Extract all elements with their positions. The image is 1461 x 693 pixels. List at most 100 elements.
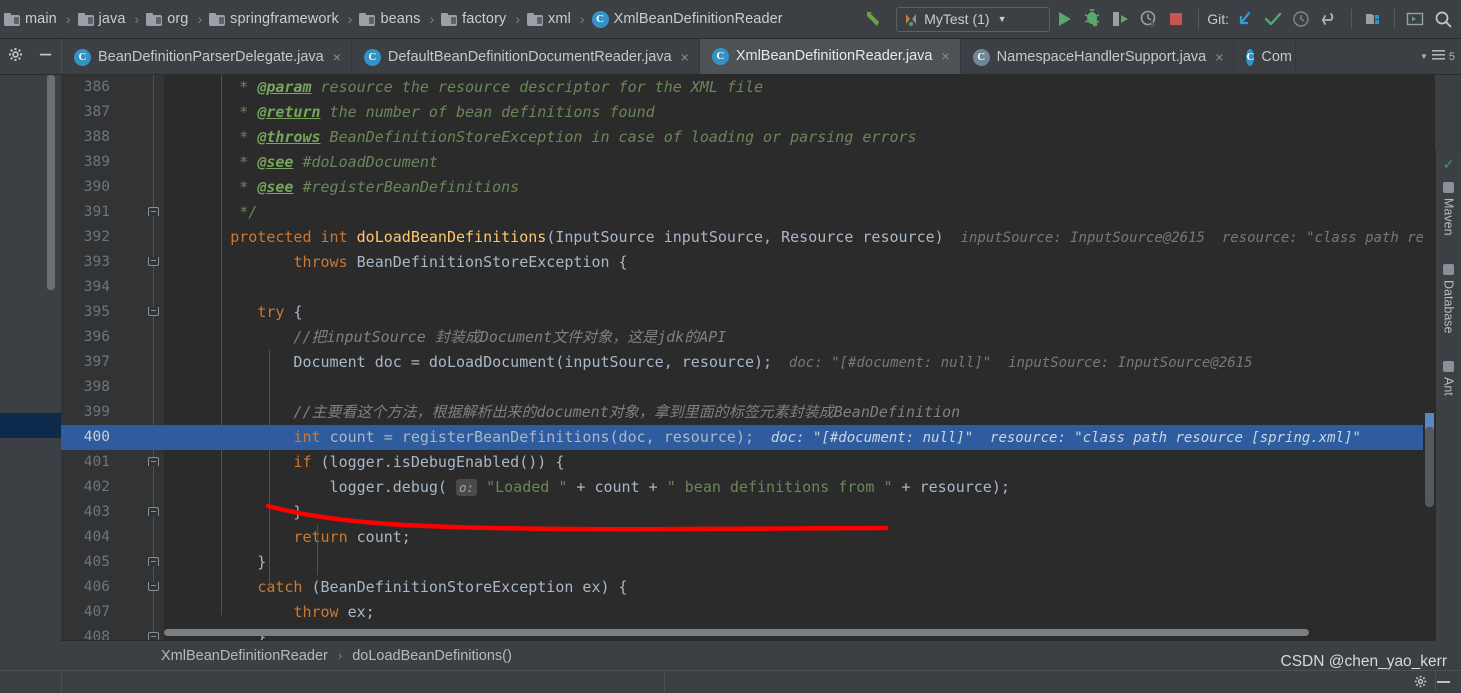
stop-icon[interactable] [1162,5,1190,33]
breadcrumb-item-beans[interactable]: beans [357,0,422,38]
breadcrumb-item-factory[interactable]: factory [439,0,508,38]
line-number[interactable]: 399 [61,400,164,425]
fold-expand-icon[interactable] [148,557,159,566]
search-everywhere-icon[interactable] [1429,5,1457,33]
fold-expand-icon[interactable] [148,632,159,640]
breadcrumb-method[interactable]: doLoadBeanDefinitions() [352,648,512,664]
editor-tab[interactable]: C DefaultBeanDefinitionDocumentReader.jav… [352,39,700,74]
run-icon[interactable] [1050,5,1078,33]
breadcrumb-class[interactable]: XmlBeanDefinitionReader [161,648,328,664]
update-project-icon[interactable] [1231,5,1259,33]
code-line[interactable]: Document doc = doLoadDocument(inputSourc… [164,350,1435,375]
code-line[interactable]: } [164,500,1435,525]
line-number[interactable]: 388 [61,125,164,150]
history-icon[interactable] [1287,5,1315,33]
breadcrumb-item-org[interactable]: org [144,0,190,38]
tab-overflow-control[interactable]: ▼ 5 [1414,39,1461,74]
line-number[interactable]: 392 [61,225,164,250]
toolwindow-tab-database[interactable]: Database [1442,261,1456,337]
line-number[interactable]: 390 [61,175,164,200]
line-number-gutter[interactable]: 386 387 388 389 390 391 392 393 394 395 396 397 398 3… [61,75,164,640]
close-icon[interactable]: × [333,49,341,65]
toolwindow-tab-ant[interactable]: Ant [1442,358,1456,399]
fold-collapse-icon[interactable] [148,257,159,266]
code-line[interactable] [164,375,1435,400]
line-number[interactable]: 397 [61,350,164,375]
project-structure-icon[interactable] [1360,5,1388,33]
code-line[interactable]: throw ex; [164,600,1435,625]
breadcrumb-item-xmlbeandefinitionreader[interactable]: C XmlBeanDefinitionReader [590,0,785,38]
editor-tab[interactable]: C NamespaceHandlerSupport.java × [961,39,1235,74]
code-line[interactable]: //主要看这个方法，根据解析出来的document对象，拿到里面的标签元素封装成… [164,400,1435,425]
run-with-coverage-icon[interactable] [1106,5,1134,33]
minimize-icon[interactable] [1436,675,1451,691]
code-line[interactable]: * @throws BeanDefinitionStoreException i… [164,125,1435,150]
line-number[interactable]: 389 [61,150,164,175]
toolwindow-tab-maven[interactable]: Maven [1442,179,1456,239]
terminal-icon[interactable] [1401,5,1429,33]
inspection-ok-icon[interactable]: ✓ [1443,156,1455,173]
line-number[interactable]: 394 [61,275,164,300]
code-content[interactable]: * @param resource the resource descripto… [164,75,1435,640]
breadcrumb-item-java[interactable]: java [76,0,128,38]
code-line[interactable]: try { [164,300,1435,325]
profile-icon[interactable] [1134,5,1162,33]
breadcrumb-item-springframework[interactable]: springframework [207,0,341,38]
close-icon[interactable]: × [681,49,689,65]
line-number[interactable]: 404 [61,525,164,550]
navigation-breadcrumb[interactable]: main › java › org › springframework › beans › fact… [0,0,785,38]
code-line[interactable]: throws BeanDefinitionStoreException { [164,250,1435,275]
code-line[interactable]: catch (BeanDefinitionStoreException ex) … [164,575,1435,600]
vertical-scrollbar-thumb[interactable] [1425,427,1434,507]
editor-tab[interactable]: C XmlBeanDefinitionReader.java × [699,39,961,74]
project-scrollbar[interactable] [47,75,55,290]
run-configuration-selector[interactable]: MyTest (1) ▼ [896,6,1051,32]
fold-expand-icon[interactable] [148,457,159,466]
code-line[interactable]: * @param resource the resource descripto… [164,75,1435,100]
code-line[interactable]: return count; [164,525,1435,550]
line-number[interactable]: 398 [61,375,164,400]
horizontal-scrollbar[interactable] [164,629,1309,636]
breadcrumb[interactable]: XmlBeanDefinitionReader › doLoadBeanDefi… [61,640,1435,670]
close-icon[interactable]: × [1215,49,1223,65]
code-line[interactable]: */ [164,200,1435,225]
undo-icon[interactable] [1315,5,1343,33]
code-line[interactable]: if (logger.isDebugEnabled()) { [164,450,1435,475]
code-line[interactable]: protected int doLoadBeanDefinitions(Inpu… [164,225,1435,250]
line-number[interactable]: 407 [61,600,164,625]
code-line[interactable]: * @return the number of bean definitions… [164,100,1435,125]
commit-icon[interactable] [1259,5,1287,33]
code-line[interactable]: } [164,550,1435,575]
code-line[interactable]: int count = registerBeanDefinitions(doc,… [164,425,1435,450]
fold-expand-icon[interactable] [148,507,159,516]
editor-tab[interactable]: C Com [1234,39,1297,74]
code-line[interactable]: * @see #registerBeanDefinitions [164,175,1435,200]
vertical-scrollbar-track[interactable] [1423,75,1435,640]
breadcrumb-item-xml[interactable]: xml [525,0,573,38]
settings-gear-icon[interactable] [8,47,23,67]
code-line[interactable]: * @see #doLoadDocument [164,150,1435,175]
hide-icon[interactable] [38,47,53,67]
fold-expand-icon[interactable] [148,207,159,216]
editor-tabs[interactable]: C BeanDefinitionParserDelegate.java × C Defa… [62,39,1414,74]
line-number[interactable]: 402 [61,475,164,500]
line-number[interactable]: 396 [61,325,164,350]
code-line[interactable] [164,275,1435,300]
code-editor[interactable]: 386 387 388 389 390 391 392 393 394 395 396 397 398 3… [61,75,1435,640]
chevron-down-icon[interactable]: ▼ [1420,52,1428,61]
line-number[interactable]: 386 [61,75,164,100]
code-line[interactable]: logger.debug( o: "Loaded " + count + " b… [164,475,1435,500]
line-number[interactable]: 400 [61,425,164,450]
debug-icon[interactable] [1078,5,1106,33]
code-line[interactable]: //把inputSource 封装成Document文件对象，这是jdk的API [164,325,1435,350]
tab-list-icon[interactable] [1431,48,1445,66]
back-arrow-icon[interactable] [858,5,886,33]
close-icon[interactable]: × [941,48,949,64]
line-number[interactable]: 387 [61,100,164,125]
fold-collapse-icon[interactable] [148,307,159,316]
fold-collapse-icon[interactable] [148,582,159,591]
breadcrumb-item-main[interactable]: main [2,0,59,38]
chevron-down-icon[interactable]: ▼ [998,14,1007,24]
gear-icon[interactable] [1414,675,1427,691]
editor-tab[interactable]: C BeanDefinitionParserDelegate.java × [62,39,352,74]
